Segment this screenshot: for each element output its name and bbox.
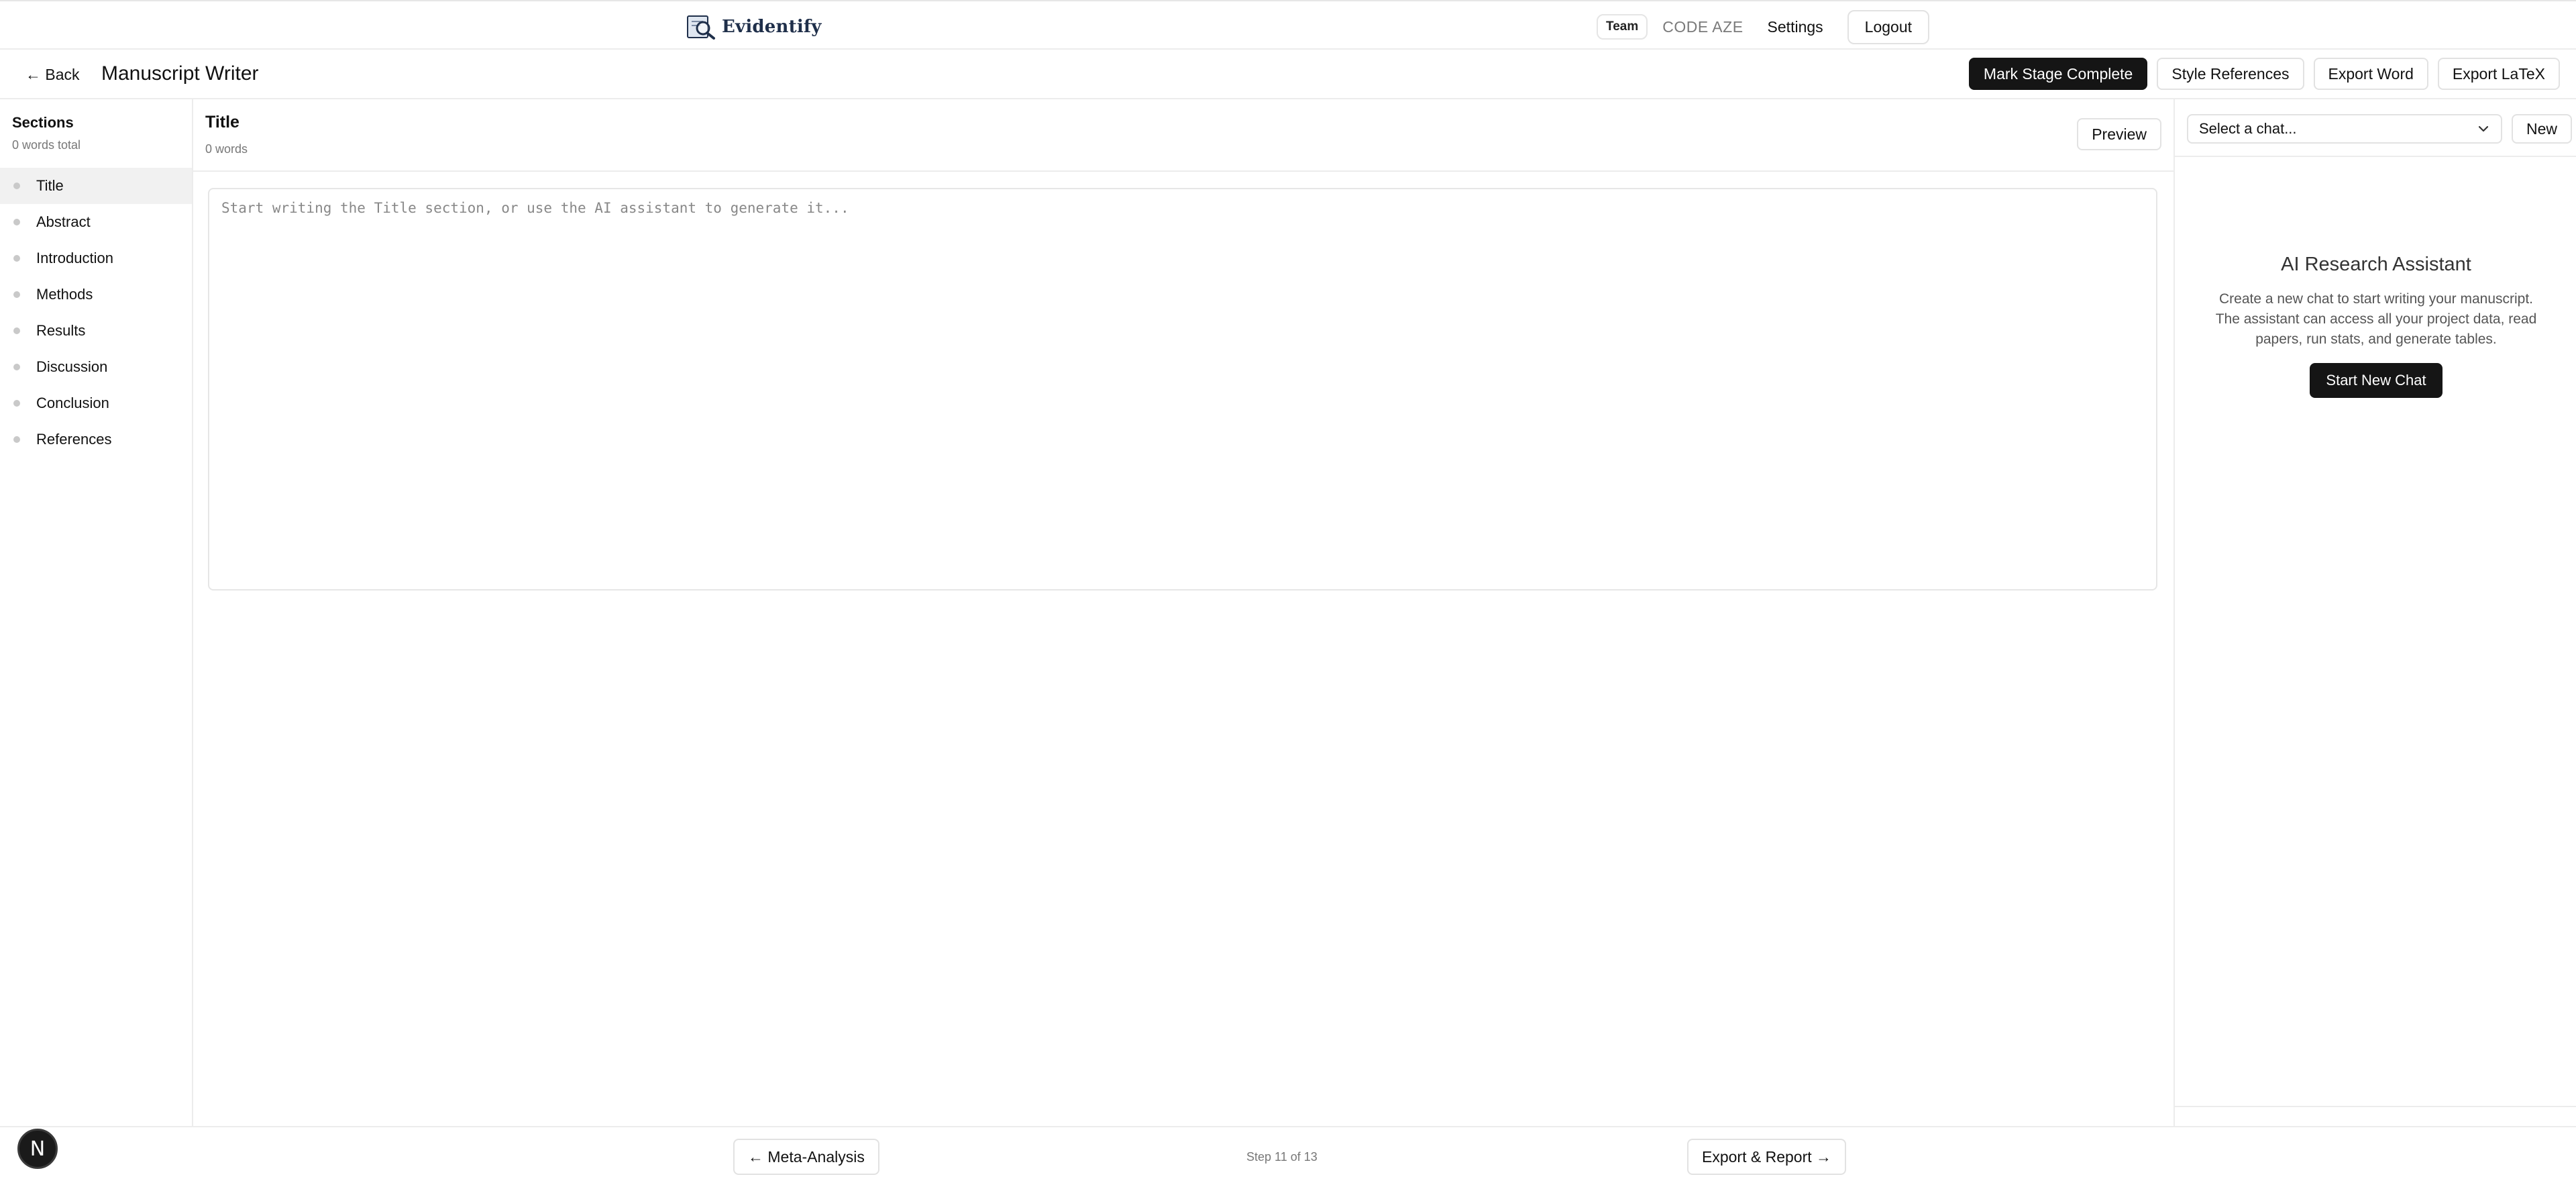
magnifier-book-icon — [687, 15, 715, 40]
sidebar-title: Sections — [12, 114, 74, 131]
previous-stage-button[interactable]: ← Meta-Analysis — [733, 1139, 879, 1175]
sidebar-word-count: 0 words total — [12, 138, 81, 152]
sidebar-item-discussion[interactable]: Discussion — [0, 349, 192, 385]
chat-input-divider — [2175, 1106, 2576, 1107]
status-dot-icon — [13, 364, 20, 370]
settings-link[interactable]: Settings — [1768, 18, 1823, 36]
back-button[interactable]: ← Back — [25, 66, 80, 84]
chevron-down-icon — [2478, 125, 2489, 132]
status-dot-icon — [13, 400, 20, 407]
team-name: CODE AZE — [1662, 17, 1743, 36]
export-latex-button[interactable]: Export LaTeX — [2437, 58, 2560, 90]
status-dot-icon — [13, 219, 20, 225]
page-header: ← Back Manuscript Writer Mark Stage Comp… — [0, 50, 2576, 99]
start-new-chat-button[interactable]: Start New Chat — [2310, 363, 2443, 398]
brand-logo[interactable]: Evidentify — [686, 13, 822, 40]
status-dot-icon — [13, 291, 20, 298]
sidebar-item-references[interactable]: References — [0, 421, 192, 458]
editor-header: Title 0 words Preview — [193, 99, 2174, 172]
export-word-button[interactable]: Export Word — [2313, 58, 2428, 90]
sidebar-item-conclusion[interactable]: Conclusion — [0, 385, 192, 421]
sidebar-item-label: Conclusion — [36, 395, 109, 411]
section-editor-textarea[interactable]: Start writing the Title section, or use … — [208, 188, 2157, 590]
mark-stage-complete-button[interactable]: Mark Stage Complete — [1968, 58, 2148, 90]
sidebar-item-label: Abstract — [36, 213, 91, 230]
team-badge: Team — [1597, 14, 1648, 40]
brand-name: Evidentify — [722, 17, 822, 37]
logout-button[interactable]: Logout — [1847, 9, 1930, 44]
top-right-nav: Team CODE AZE Settings Logout — [1597, 9, 1930, 44]
sidebar-item-results[interactable]: Results — [0, 313, 192, 349]
status-dot-icon — [13, 327, 20, 334]
stage-footer: ← Meta-Analysis Step 11 of 13 Export & R… — [0, 1126, 2576, 1185]
status-dot-icon — [13, 436, 20, 443]
assistant-title: AI Research Assistant — [2281, 254, 2471, 275]
section-word-count: 0 words — [205, 142, 248, 156]
sidebar-item-label: Introduction — [36, 250, 113, 266]
sidebar-item-title[interactable]: Title — [0, 168, 192, 204]
section-list: Title Abstract Introduction Methods Resu… — [0, 168, 192, 458]
sidebar-item-label: References — [36, 431, 112, 448]
step-indicator: Step 11 of 13 — [1246, 1150, 1318, 1164]
sidebar-item-label: Title — [36, 177, 64, 194]
sidebar-item-label: Results — [36, 322, 86, 339]
page-title: Manuscript Writer — [101, 62, 259, 85]
style-references-button[interactable]: Style References — [2157, 58, 2304, 90]
sidebar-item-label: Methods — [36, 286, 93, 303]
preview-button[interactable]: Preview — [2077, 118, 2161, 150]
sidebar-item-methods[interactable]: Methods — [0, 276, 192, 313]
top-navbar: Evidentify Team CODE AZE Settings Logout — [0, 0, 2576, 50]
header-actions: Mark Stage Complete Style References Exp… — [1968, 58, 2560, 90]
status-dot-icon — [13, 183, 20, 189]
sidebar-item-abstract[interactable]: Abstract — [0, 204, 192, 240]
editor-panel: Title 0 words Preview Start writing the … — [193, 99, 2174, 1126]
editor-placeholder: Start writing the Title section, or use … — [221, 200, 849, 216]
dev-tools-badge[interactable]: N — [17, 1129, 58, 1169]
sidebar-item-introduction[interactable]: Introduction — [0, 240, 192, 276]
sections-sidebar: Sections 0 words total Title Abstract In… — [0, 99, 193, 1126]
chat-select[interactable]: Select a chat... — [2187, 114, 2502, 144]
section-title: Title — [205, 113, 239, 132]
chat-toolbar: Select a chat... New — [2175, 99, 2576, 157]
sidebar-header: Sections 0 words total — [0, 99, 192, 152]
next-stage-button[interactable]: Export & Report → — [1687, 1139, 1847, 1175]
assistant-empty-state: AI Research Assistant Create a new chat … — [2175, 254, 2576, 398]
sidebar-item-label: Discussion — [36, 358, 108, 375]
new-chat-button[interactable]: New — [2512, 114, 2573, 144]
status-dot-icon — [13, 255, 20, 262]
assistant-description: Create a new chat to start writing your … — [2215, 291, 2537, 347]
chat-select-value: Select a chat... — [2199, 120, 2297, 137]
ai-chat-panel: Select a chat... New AI Research Assista… — [2174, 99, 2576, 1126]
